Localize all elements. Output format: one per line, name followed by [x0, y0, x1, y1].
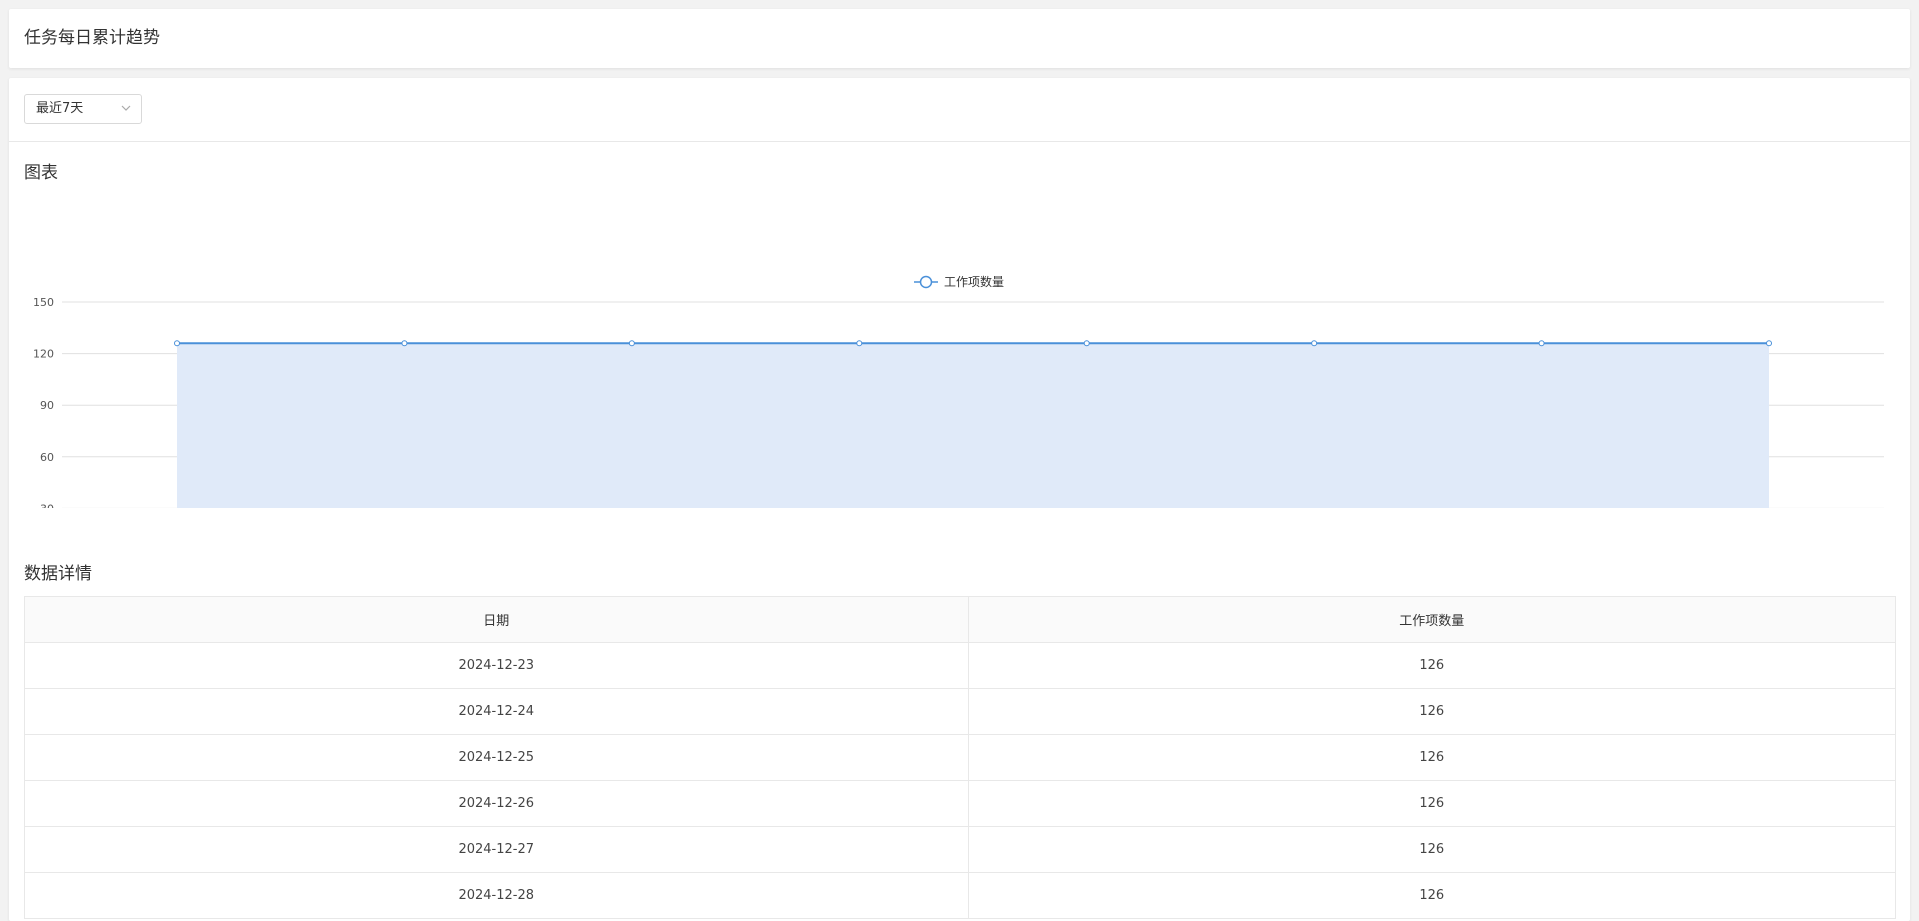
title-card: 任务每日累计趋势: [9, 9, 1910, 68]
y-tick-label: 30: [40, 502, 54, 508]
table-row: 2024-12-24 126: [25, 688, 1895, 735]
cell-count: 126: [967, 734, 1895, 781]
y-tick-label: 90: [40, 399, 54, 412]
cell-count: 126: [967, 780, 1895, 827]
cell-date: 2024-12-25: [25, 734, 968, 781]
y-tick-label: 120: [33, 348, 54, 361]
data-point[interactable]: [401, 340, 408, 347]
data-point[interactable]: [1766, 340, 1772, 347]
area-fill: [177, 343, 1769, 508]
cell-date: 2024-12-28: [25, 872, 968, 919]
table-header-row: 日期 工作项数量: [25, 597, 1895, 643]
data-point[interactable]: [1538, 340, 1545, 347]
chevron-down-icon: [121, 105, 131, 111]
data-point[interactable]: [628, 340, 635, 347]
table-row: 2024-12-27 126: [25, 826, 1895, 873]
cell-count: 126: [967, 826, 1895, 873]
column-header-date: 日期: [25, 597, 968, 643]
cell-date: 2024-12-23: [25, 642, 968, 689]
cell-count: 126: [967, 642, 1895, 689]
cell-count: 126: [967, 688, 1895, 735]
toolbar: 最近7天: [9, 78, 1910, 142]
page-title: 任务每日累计趋势: [24, 28, 160, 48]
trend-chart: 03060901201502024-12-232024-12-242024-12…: [33, 274, 1884, 508]
chart-legend[interactable]: 工作项数量: [914, 274, 1004, 289]
y-tick-label: 60: [40, 451, 54, 464]
legend-marker: [919, 275, 933, 289]
cell-date: 2024-12-24: [25, 688, 968, 735]
data-point[interactable]: [1311, 340, 1318, 347]
table-row: 2024-12-23 126: [25, 642, 1895, 689]
data-point[interactable]: [174, 340, 180, 347]
data-table: 日期 工作项数量 2024-12-23 126 2024-12-24 126 2…: [24, 596, 1896, 919]
table-row: 2024-12-25 126: [25, 734, 1895, 781]
cell-count: 126: [967, 872, 1895, 919]
legend-label: 工作项数量: [944, 274, 1004, 289]
column-header-count: 工作项数量: [967, 597, 1895, 643]
y-tick-label: 150: [33, 296, 54, 309]
main-card: 最近7天 图表 03060901201502024-12-232024-12-2…: [9, 78, 1910, 921]
detail-section-title: 数据详情: [24, 564, 92, 584]
table-row: 2024-12-28 126: [25, 872, 1895, 919]
table-row: 2024-12-26 126: [25, 780, 1895, 827]
cell-date: 2024-12-26: [25, 780, 968, 827]
date-range-select[interactable]: 最近7天: [24, 94, 142, 124]
data-point[interactable]: [856, 340, 863, 347]
data-point[interactable]: [1083, 340, 1090, 347]
date-range-value: 最近7天: [36, 101, 84, 116]
cell-date: 2024-12-27: [25, 826, 968, 873]
